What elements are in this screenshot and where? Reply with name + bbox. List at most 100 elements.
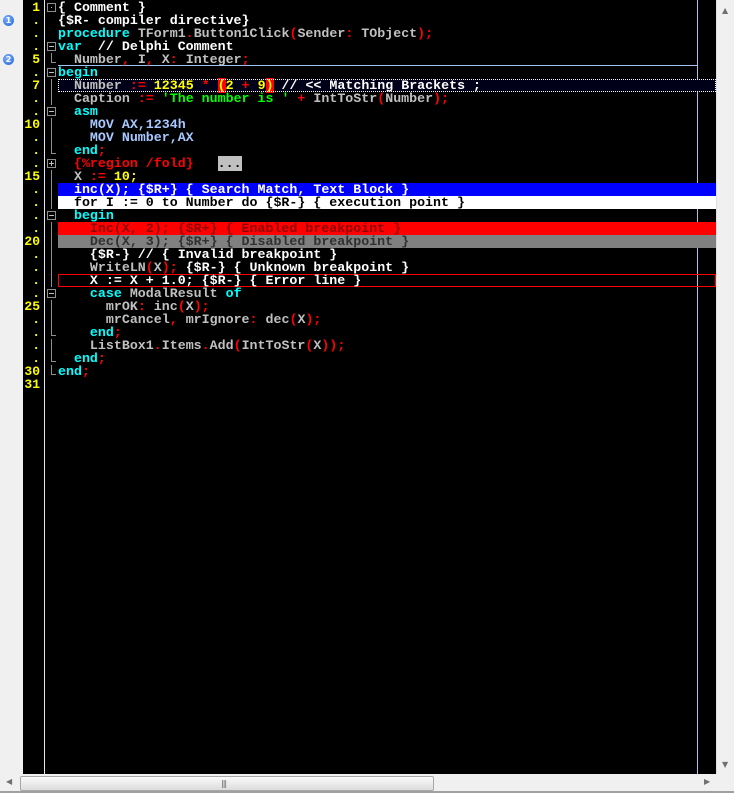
fold-tree-line bbox=[45, 339, 58, 352]
fold-marker bbox=[47, 159, 56, 168]
fold-tree-line bbox=[45, 222, 58, 235]
fold-tree-line bbox=[45, 196, 58, 209]
code-token: Sender bbox=[297, 26, 346, 41]
fold-collapse-icon[interactable] bbox=[45, 105, 58, 118]
fold-marker bbox=[51, 118, 52, 131]
scroll-down-arrow-icon[interactable]: ▼ bbox=[722, 760, 728, 769]
code-token: Items bbox=[161, 338, 202, 353]
code-token: : bbox=[169, 52, 178, 67]
fold-marker bbox=[51, 339, 52, 352]
scrollbar-corner bbox=[716, 774, 734, 791]
code-token: Number bbox=[385, 91, 434, 106]
fold-marker bbox=[51, 300, 52, 313]
fold-marker bbox=[47, 211, 56, 220]
fold-tree-line bbox=[45, 235, 58, 248]
horizontal-scroll-thumb[interactable]: ||| bbox=[20, 776, 434, 791]
fold-tree-line bbox=[45, 53, 58, 66]
code-line[interactable]: end; bbox=[58, 365, 716, 378]
scroll-up-arrow-icon[interactable]: ▲ bbox=[722, 6, 728, 15]
code-line[interactable]: {%region /fold} ... bbox=[58, 156, 716, 171]
fold-marker bbox=[51, 53, 56, 63]
fold-marker bbox=[51, 326, 56, 336]
fold-collapse-icon[interactable] bbox=[45, 209, 58, 222]
code-line-exec[interactable]: for I := 0 to Number do {$R-} { executio… bbox=[58, 196, 716, 209]
fold-tree-line bbox=[45, 131, 58, 144]
fold-marker bbox=[51, 79, 52, 92]
code-line[interactable]: Number, I, X: Integer; bbox=[58, 53, 716, 66]
fold-marker bbox=[51, 365, 56, 375]
fold-collapse-icon[interactable] bbox=[45, 1, 58, 14]
code-line[interactable]: Caption := 'The number is ' + IntToStr(N… bbox=[58, 92, 716, 105]
code-line[interactable]: MOV Number,AX bbox=[58, 131, 716, 144]
fold-tree-line bbox=[45, 118, 58, 131]
fold-collapse-icon[interactable] bbox=[45, 287, 58, 300]
bookmark-gutter[interactable] bbox=[0, 0, 23, 774]
bookmark-2-icon[interactable]: 2 bbox=[3, 54, 14, 65]
fold-marker bbox=[51, 144, 56, 154]
code-token: for I := 0 to Number do {$R-} { executio… bbox=[58, 195, 465, 210]
code-token: . bbox=[201, 338, 210, 353]
code-token: mrIgnore bbox=[185, 312, 250, 327]
fold-marker bbox=[51, 183, 52, 196]
code-line[interactable]: mrCancel, mrIgnore: dec(X); bbox=[58, 313, 716, 326]
fold-collapse-icon[interactable] bbox=[45, 40, 58, 53]
code-line[interactable]: ListBox1.Items.Add(IntToStr(X)); bbox=[58, 339, 716, 352]
horizontal-scrollbar[interactable]: ◀ ||| ▶ bbox=[0, 774, 716, 791]
fold-marker bbox=[47, 289, 56, 298]
code-editor[interactable]: { Comment } {$R- compiler directive} proce… bbox=[0, 0, 716, 774]
fold-marker bbox=[51, 248, 52, 261]
fold-marker bbox=[47, 42, 56, 51]
code-token: ( bbox=[233, 338, 242, 353]
code-token: )); bbox=[321, 338, 346, 353]
fold-tree-line bbox=[45, 183, 58, 196]
fold-marker bbox=[51, 92, 52, 105]
bookmark-1-icon[interactable]: 1 bbox=[3, 15, 14, 26]
fold-tree-line bbox=[45, 352, 58, 365]
code-token: ; bbox=[97, 351, 106, 366]
fold-marker bbox=[51, 196, 52, 209]
fold-marker bbox=[51, 170, 52, 183]
code-token: dec bbox=[265, 312, 290, 327]
scroll-right-arrow-icon[interactable]: ▶ bbox=[704, 777, 710, 786]
fold-marker bbox=[51, 313, 52, 326]
fold-tree-line bbox=[45, 144, 58, 157]
fold-tree-line bbox=[45, 326, 58, 339]
code-token: := bbox=[137, 91, 154, 106]
folded-region-button[interactable]: ... bbox=[217, 156, 242, 171]
code-token: ; bbox=[81, 364, 90, 379]
grip-icon: ||| bbox=[221, 779, 227, 788]
code-token: , bbox=[121, 52, 130, 67]
code-token: Add bbox=[209, 338, 234, 353]
fold-tree-line bbox=[45, 248, 58, 261]
code-token: IntToStr bbox=[313, 91, 378, 106]
vertical-scrollbar[interactable]: ▲ ▼ bbox=[716, 0, 734, 774]
code-line[interactable] bbox=[58, 378, 716, 391]
code-token: of bbox=[225, 286, 242, 301]
fold-marker bbox=[51, 352, 56, 362]
fold-tree-line bbox=[45, 365, 58, 378]
fold-marker bbox=[51, 235, 52, 248]
fold-tree-line bbox=[45, 300, 58, 313]
code-token: ; bbox=[241, 52, 250, 67]
code-line[interactable]: end; bbox=[58, 352, 716, 365]
scroll-left-arrow-icon[interactable]: ◀ bbox=[6, 777, 12, 786]
code-token: end bbox=[58, 364, 82, 379]
fold-tree-line bbox=[45, 313, 58, 326]
fold-marker bbox=[47, 3, 56, 12]
fold-marker bbox=[51, 222, 52, 235]
fold-collapse-icon[interactable] bbox=[45, 66, 58, 79]
line-number: 31 bbox=[24, 377, 40, 392]
fold-expand-icon[interactable] bbox=[45, 157, 58, 170]
fold-tree-line bbox=[45, 79, 58, 92]
fold-marker bbox=[51, 131, 52, 144]
code-token: TObject bbox=[361, 26, 418, 41]
